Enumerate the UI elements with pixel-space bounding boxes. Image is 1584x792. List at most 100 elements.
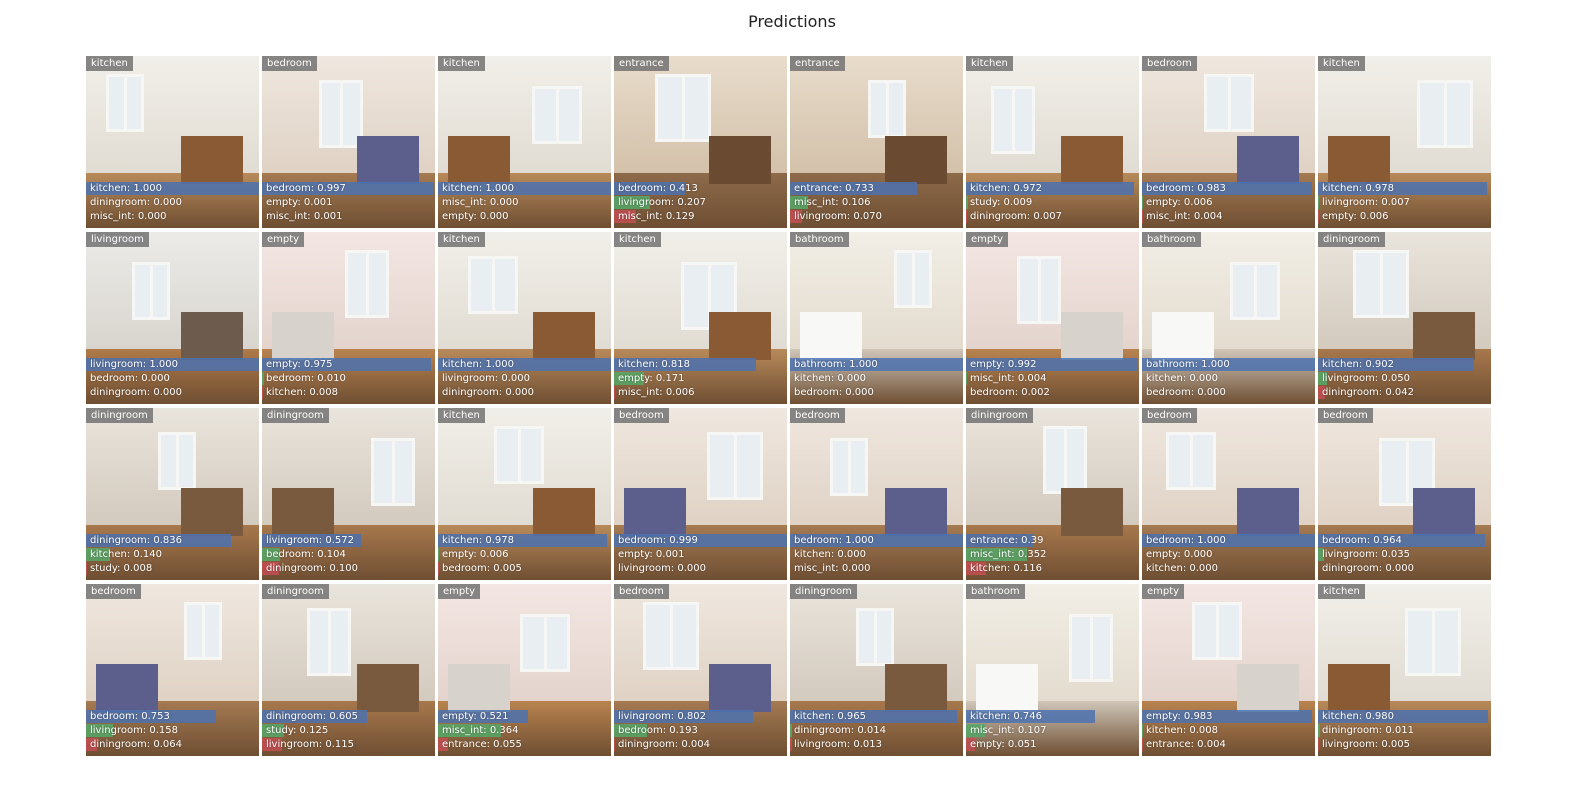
true-label-tag: kitchen (966, 56, 1013, 71)
figure-title: Predictions (748, 12, 836, 31)
prediction-label: kitchen: 0.000 (794, 549, 866, 560)
prediction-label: diningroom: 0.064 (90, 739, 182, 750)
true-label-tag: diningroom (262, 408, 329, 423)
true-label-tag: empty (966, 232, 1009, 247)
prediction-score-bar (614, 738, 615, 751)
prediction-label: diningroom: 0.000 (442, 387, 534, 398)
prediction-label: bathroom: 1.000 (1146, 359, 1230, 370)
prediction-score-bar (1142, 738, 1143, 751)
prediction-bars: livingroom: 1.000 bedroom: 0.000 diningroo… (86, 358, 259, 404)
prediction-label: kitchen: 0.000 (1146, 373, 1218, 384)
prediction-label: bedroom: 1.000 (1146, 535, 1226, 546)
prediction-label: misc_int: 0.000 (794, 563, 871, 574)
prediction-label: diningroom: 0.100 (266, 563, 358, 574)
prediction-label: kitchen: 0.972 (970, 183, 1042, 194)
prediction-label: diningroom: 0.042 (1322, 387, 1414, 398)
image-cell: diningroom kitchen: 0.965 diningroom: 0.01… (790, 584, 963, 756)
prediction-bars: diningroom: 0.836 kitchen: 0.140 study: 0.… (86, 534, 259, 580)
prediction-bars: entrance: 0.39 misc_int: 0.352 kitchen: 0.… (966, 534, 1139, 580)
prediction-label: empty: 0.006 (1146, 197, 1213, 208)
prediction-label: misc_int: 0.004 (970, 373, 1047, 384)
prediction-bars: kitchen: 0.818 empty: 0.171 misc_int: 0.00… (614, 358, 787, 404)
prediction-label: kitchen: 0.116 (970, 563, 1042, 574)
prediction-label: livingroom: 0.802 (618, 711, 706, 722)
prediction-score-bar (1318, 738, 1319, 751)
image-cell: bedroom bedroom: 0.753 livingroom: 0.158 di… (86, 584, 259, 756)
prediction-score-bar (790, 724, 792, 737)
prediction-label: diningroom: 0.000 (1322, 563, 1414, 574)
true-label-tag: kitchen (86, 56, 133, 71)
prediction-label: diningroom: 0.004 (618, 739, 710, 750)
image-cell: bedroom bedroom: 0.983 empty: 0.006 misc_in… (1142, 56, 1315, 228)
prediction-score-bar (966, 372, 967, 385)
prediction-label: entrance: 0.004 (1146, 739, 1226, 750)
prediction-score-bar (1318, 196, 1319, 209)
prediction-score-bar (1318, 210, 1319, 223)
true-label-tag: empty (438, 584, 481, 599)
image-cell: entrance bedroom: 0.413 livingroom: 0.207 m… (614, 56, 787, 228)
image-cell: kitchen kitchen: 0.818 empty: 0.171 misc_in… (614, 232, 787, 404)
prediction-label: livingroom: 0.070 (794, 211, 882, 222)
prediction-label: bedroom: 0.000 (1146, 387, 1226, 398)
prediction-label: study: 0.125 (266, 725, 329, 736)
prediction-label: empty: 0.006 (1322, 211, 1389, 222)
true-label-tag: kitchen (1318, 584, 1365, 599)
prediction-label: entrance: 0.055 (442, 739, 522, 750)
prediction-bars: kitchen: 0.972 study: 0.009 diningroom: 0.… (966, 182, 1139, 228)
prediction-bars: empty: 0.975 bedroom: 0.010 kitchen: 0.008 (262, 358, 435, 404)
prediction-label: livingroom: 0.158 (90, 725, 178, 736)
prediction-bars: bedroom: 1.000 empty: 0.000 kitchen: 0.000 (1142, 534, 1315, 580)
prediction-label: bedroom: 1.000 (794, 535, 874, 546)
prediction-label: misc_int: 0.107 (970, 725, 1047, 736)
true-label-tag: diningroom (966, 408, 1033, 423)
prediction-score-bar (1142, 196, 1143, 209)
prediction-label: livingroom: 0.050 (1322, 373, 1410, 384)
prediction-score-bar (614, 386, 615, 399)
image-cell: diningroom entrance: 0.39 misc_int: 0.352 k… (966, 408, 1139, 580)
prediction-bars: bedroom: 0.964 livingroom: 0.035 diningroo… (1318, 534, 1491, 580)
image-cell: bathroom bathroom: 1.000 kitchen: 0.000 bed… (1142, 232, 1315, 404)
prediction-label: kitchen: 0.000 (1146, 563, 1218, 574)
prediction-label: diningroom: 0.000 (90, 197, 182, 208)
prediction-label: misc_int: 0.129 (618, 211, 695, 222)
prediction-label: study: 0.009 (970, 197, 1033, 208)
prediction-label: bedroom: 0.413 (618, 183, 698, 194)
prediction-label: empty: 0.051 (970, 739, 1037, 750)
prediction-label: livingroom: 0.572 (266, 535, 354, 546)
true-label-tag: bathroom (790, 232, 849, 247)
prediction-label: kitchen: 0.140 (90, 549, 162, 560)
prediction-bars: entrance: 0.733 misc_int: 0.106 livingroom… (790, 182, 963, 228)
image-cell: kitchen kitchen: 0.980 diningroom: 0.011 li… (1318, 584, 1491, 756)
prediction-bars: empty: 0.992 misc_int: 0.004 bedroom: 0.00… (966, 358, 1139, 404)
prediction-bars: bedroom: 0.753 livingroom: 0.158 diningroo… (86, 710, 259, 756)
image-cell: kitchen kitchen: 1.000 misc_int: 0.000 empt… (438, 56, 611, 228)
prediction-label: livingroom: 0.115 (266, 739, 354, 750)
prediction-label: empty: 0.521 (442, 711, 509, 722)
prediction-score-bar (790, 738, 792, 751)
prediction-label: empty: 0.975 (266, 359, 333, 370)
prediction-label: diningroom: 0.007 (970, 211, 1062, 222)
prediction-label: diningroom: 0.605 (266, 711, 358, 722)
true-label-tag: bedroom (1142, 408, 1197, 423)
image-cell: bedroom bedroom: 0.964 livingroom: 0.035 di… (1318, 408, 1491, 580)
prediction-bars: kitchen: 0.902 livingroom: 0.050 diningroo… (1318, 358, 1491, 404)
prediction-bars: kitchen: 1.000 diningroom: 0.000 misc_int:… (86, 182, 259, 228)
image-cell: bedroom bedroom: 0.999 empty: 0.001 livingr… (614, 408, 787, 580)
prediction-label: kitchen: 1.000 (442, 183, 514, 194)
prediction-bars: empty: 0.983 kitchen: 0.008 entrance: 0.00… (1142, 710, 1315, 756)
prediction-label: empty: 0.171 (618, 373, 685, 384)
prediction-label: misc_int: 0.364 (442, 725, 519, 736)
image-cell: livingroom livingroom: 1.000 bedroom: 0.00… (86, 232, 259, 404)
prediction-label: kitchen: 0.978 (442, 535, 514, 546)
image-cell: kitchen kitchen: 1.000 livingroom: 0.000 di… (438, 232, 611, 404)
predictions-grid: kitchen kitchen: 1.000 diningroom: 0.000 mi… (86, 56, 1498, 769)
prediction-score-bar (1142, 210, 1143, 223)
true-label-tag: kitchen (1318, 56, 1365, 71)
prediction-label: empty: 0.000 (1146, 549, 1213, 560)
prediction-label: misc_int: 0.001 (266, 211, 343, 222)
prediction-bars: livingroom: 0.572 bedroom: 0.104 diningroo… (262, 534, 435, 580)
prediction-score-bar (262, 372, 264, 385)
image-cell: empty empty: 0.992 misc_int: 0.004 bedroom:… (966, 232, 1139, 404)
image-cell: kitchen kitchen: 0.972 study: 0.009 diningr… (966, 56, 1139, 228)
prediction-label: kitchen: 0.008 (266, 387, 338, 398)
